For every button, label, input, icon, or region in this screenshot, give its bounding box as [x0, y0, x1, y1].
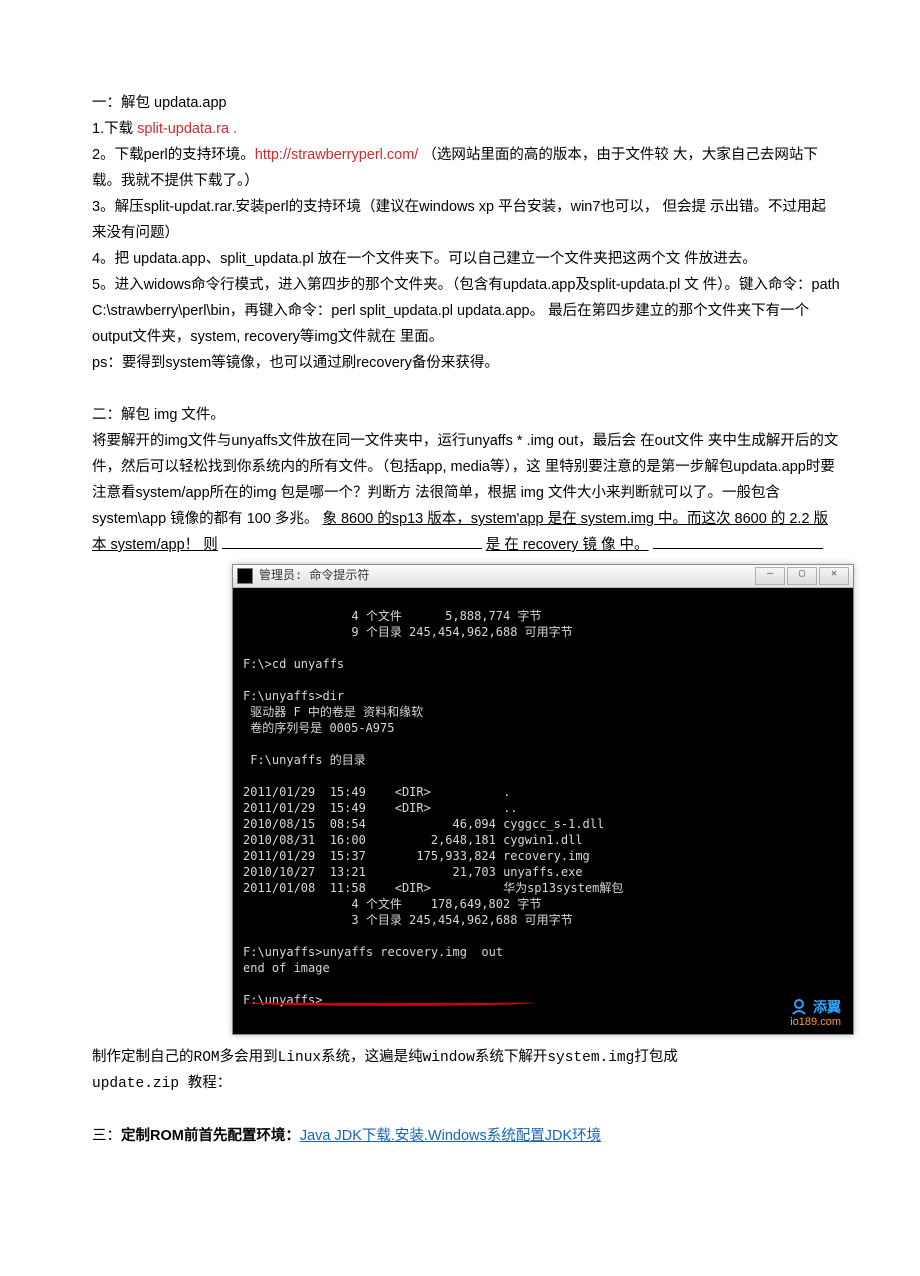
watermark-text: 添翼 — [813, 999, 841, 1015]
watermark-icon — [789, 998, 809, 1016]
step-5: 5。进入widows命令行模式，进入第四步的那个文件夹。（包含有updata.a… — [92, 272, 840, 350]
term-line: end of image — [243, 961, 330, 975]
document-page: 一：解包 updata.app 1.下载 split-updata.ra . 2… — [0, 0, 920, 1209]
term-line: 2011/01/08 11:58 <DIR> 华为sp13system解包 — [243, 881, 623, 895]
blank-underline-2 — [653, 534, 823, 549]
ps-note: ps：要得到system等镜像，也可以通过刷recovery备份来获得。 — [92, 350, 840, 376]
minimize-button[interactable]: — — [755, 567, 785, 585]
strawberryperl-link[interactable]: http://strawberryperl.com/ — [255, 147, 419, 163]
term-line: 3 个目录 245,454,962,688 可用字节 — [243, 913, 573, 927]
jdk-config-link[interactable]: Java JDK下载.安装.Windows系统配置JDK环境 — [300, 1128, 601, 1144]
step-4: 4。把 updata.app、split_updata.pl 放在一个文件夹下。… — [92, 246, 840, 272]
section-2-underline-2: 是 在 recovery 镜 像 中。 — [486, 537, 649, 553]
step-1-prefix: 1.下载 — [92, 121, 137, 137]
blank-line — [92, 1097, 840, 1123]
step-1: 1.下载 split-updata.ra . — [92, 116, 840, 142]
split-updata-filename: split-updata.ra . — [137, 121, 237, 137]
section-2b-line1: 制作定制自己的ROM多会用到Linux系统，这遍是纯window系统下解开sys… — [92, 1045, 840, 1071]
term-line: 2010/10/27 13:21 21,703 unyaffs.exe — [243, 865, 583, 879]
section-3-prefix: 三： — [92, 1128, 121, 1144]
window-buttons: — ▢ ✕ — [755, 567, 849, 585]
step-3: 3。解压split-updat.rar.安装perl的支持环境（建议在windo… — [92, 194, 840, 246]
section-2-body: 将要解开的img文件与unyaffs文件放在同一文件夹中，运行unyaffs *… — [92, 428, 840, 558]
section-3-bold: 定制ROM前首先配置环境： — [121, 1128, 300, 1144]
term-line: 2011/01/29 15:37 175,933,824 recovery.im… — [243, 849, 590, 863]
cmd-terminal: 4 个文件 5,888,774 字节 9 个目录 245,454,962,688… — [233, 588, 853, 1034]
term-line: 2010/08/15 08:54 46,094 cyggcc_s-1.dll — [243, 817, 604, 831]
term-line: F:\unyaffs>dir — [243, 689, 344, 703]
section-3: 三：定制ROM前首先配置环境：Java JDK下载.安装.Windows系统配置… — [92, 1123, 840, 1149]
term-line: 2011/01/29 15:49 <DIR> .. — [243, 801, 518, 815]
section-2b-line2: update.zip 教程： — [92, 1071, 840, 1097]
term-line: F:\unyaffs 的目录 — [243, 753, 366, 767]
step-2: 2。下载perl的支持环境。http://strawberryperl.com/… — [92, 142, 840, 194]
cmd-screenshot: 管理员: 命令提示符 — ▢ ✕ 4 个文件 5,888,774 字节 9 个目… — [232, 564, 854, 1035]
step-2-prefix: 2。下载perl的支持环境。 — [92, 147, 255, 163]
close-button[interactable]: ✕ — [819, 567, 849, 585]
term-line: 卷的序列号是 0005-A975 — [243, 721, 394, 735]
section-2-heading: 二：解包 img 文件。 — [92, 402, 840, 428]
term-line: 驱动器 F 中的卷是 资料和缘软 — [243, 705, 423, 719]
section-1-heading: 一：解包 updata.app — [92, 90, 840, 116]
term-line: 2010/08/31 16:00 2,648,181 cygwin1.dll — [243, 833, 583, 847]
blank-line — [92, 376, 840, 402]
red-underline-annotation — [245, 999, 535, 1006]
blank-underline — [222, 534, 482, 549]
watermark-sub: io189.com — [790, 1015, 841, 1030]
term-line: 2011/01/29 15:49 <DIR> . — [243, 785, 510, 799]
term-line: F:\>cd unyaffs — [243, 657, 344, 671]
cmd-icon — [237, 568, 253, 584]
term-line: F:\unyaffs>unyaffs recovery.img out — [243, 945, 503, 959]
maximize-button[interactable]: ▢ — [787, 567, 817, 585]
term-line: 9 个目录 245,454,962,688 可用字节 — [243, 625, 573, 639]
term-line: 4 个文件 178,649,802 字节 — [243, 897, 541, 911]
term-line: 4 个文件 5,888,774 字节 — [243, 609, 541, 623]
watermark-logo: 添翼 — [789, 998, 841, 1016]
cmd-titlebar: 管理员: 命令提示符 — ▢ ✕ — [233, 565, 853, 588]
cmd-title: 管理员: 命令提示符 — [259, 569, 369, 584]
